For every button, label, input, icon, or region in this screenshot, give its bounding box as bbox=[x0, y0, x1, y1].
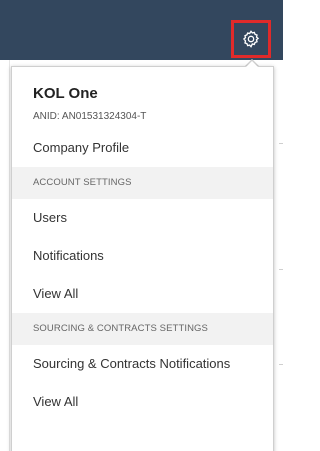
page: KOL One ANID: AN01531324304-T Company Pr… bbox=[0, 0, 283, 451]
gear-icon bbox=[242, 30, 260, 48]
section-header-sourcing-contracts-settings: SOURCING & CONTRACTS SETTINGS bbox=[12, 313, 273, 345]
background-divider bbox=[279, 269, 283, 270]
settings-dropdown-menu: KOL One ANID: AN01531324304-T Company Pr… bbox=[11, 66, 274, 451]
background-divider bbox=[279, 143, 283, 144]
top-header-bar bbox=[0, 0, 283, 60]
menu-item-users[interactable]: Users bbox=[12, 199, 273, 237]
dropdown-caret-fill bbox=[245, 61, 259, 68]
company-name: KOL One bbox=[33, 85, 98, 102]
menu-item-company-profile[interactable]: Company Profile bbox=[12, 129, 273, 167]
menu-item-sourcing-contracts-notifications[interactable]: Sourcing & Contracts Notifications bbox=[12, 345, 273, 383]
section-header-account-settings: ACCOUNT SETTINGS bbox=[12, 167, 273, 199]
anid-label: ANID: AN01531324304-T bbox=[33, 111, 147, 122]
menu-item-view-all[interactable]: View All bbox=[12, 275, 273, 313]
menu-item-sourcing-view-all[interactable]: View All bbox=[12, 383, 273, 421]
background-divider bbox=[279, 364, 283, 365]
company-info: KOL One ANID: AN01531324304-T bbox=[12, 67, 273, 129]
settings-button[interactable] bbox=[231, 20, 271, 58]
background-page-left bbox=[0, 60, 10, 451]
menu-item-notifications[interactable]: Notifications bbox=[12, 237, 273, 275]
background-page-right bbox=[276, 60, 283, 451]
